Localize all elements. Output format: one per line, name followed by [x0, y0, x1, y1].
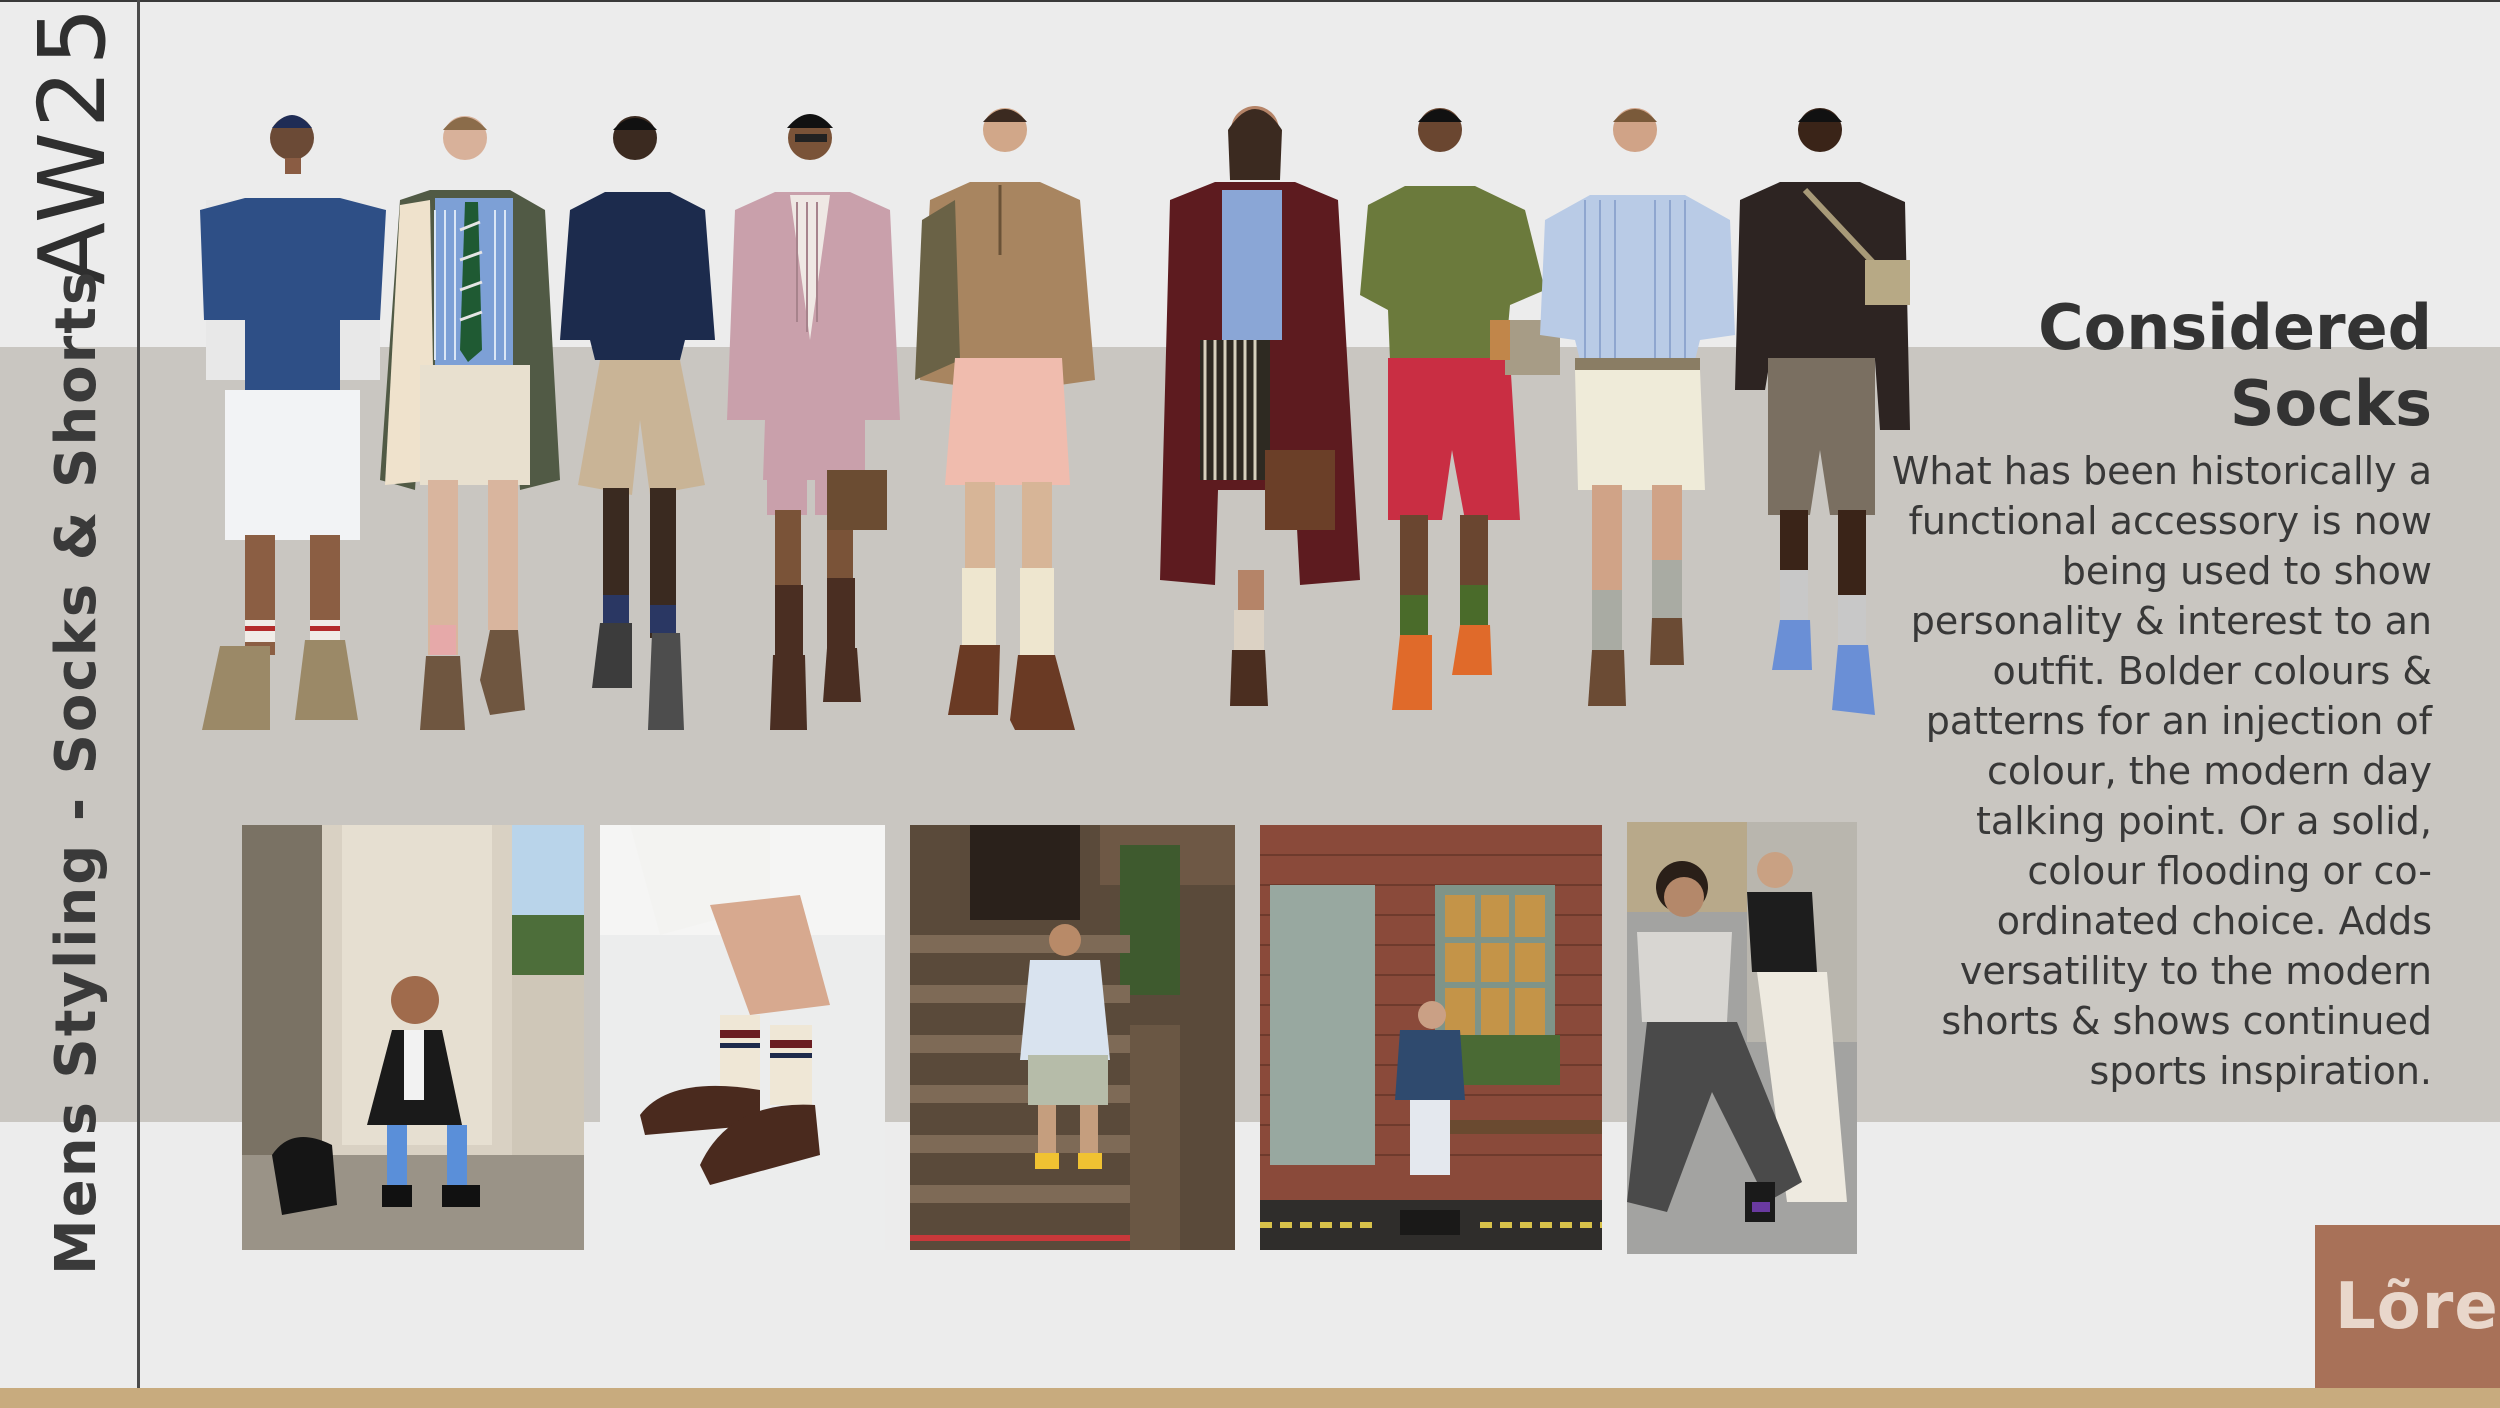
runway-look-camel-knit: [915, 108, 1095, 730]
top-rule: [0, 0, 2500, 2]
runway-look-pink-suit: [727, 114, 900, 730]
season-label: AW25: [19, 3, 126, 285]
runway-look-navy-shirt-cargo: [560, 116, 715, 730]
runway-look-burgundy-coat: [1160, 106, 1360, 706]
body-paragraph: What has been historically a functional …: [1891, 449, 2432, 1093]
street-photo-striped-socks-loafers: [600, 825, 885, 1250]
sidebar-divider: [137, 0, 140, 1390]
runway-look-olive-shirt-red-shorts: [1360, 108, 1560, 710]
street-photo-seated-pillar: [242, 825, 584, 1250]
runway-look-striped-shirt-tie: [380, 116, 560, 730]
logo-wordmark: Lõre: [2335, 1270, 2499, 1344]
brand-logo: Lõre: [2315, 1225, 2500, 1395]
section-title: Mens Styling - Socks & Shorts: [44, 269, 109, 1275]
street-photo-two-men-seated: [1627, 822, 1857, 1254]
runway-figures: [190, 90, 1910, 740]
street-photo-brick-wall-bench: [1260, 825, 1602, 1250]
bottom-accent-bar: [0, 1388, 2500, 1408]
street-photo-stoop-steps: [910, 825, 1235, 1250]
section-heading: Considered Socks: [2038, 291, 2432, 440]
